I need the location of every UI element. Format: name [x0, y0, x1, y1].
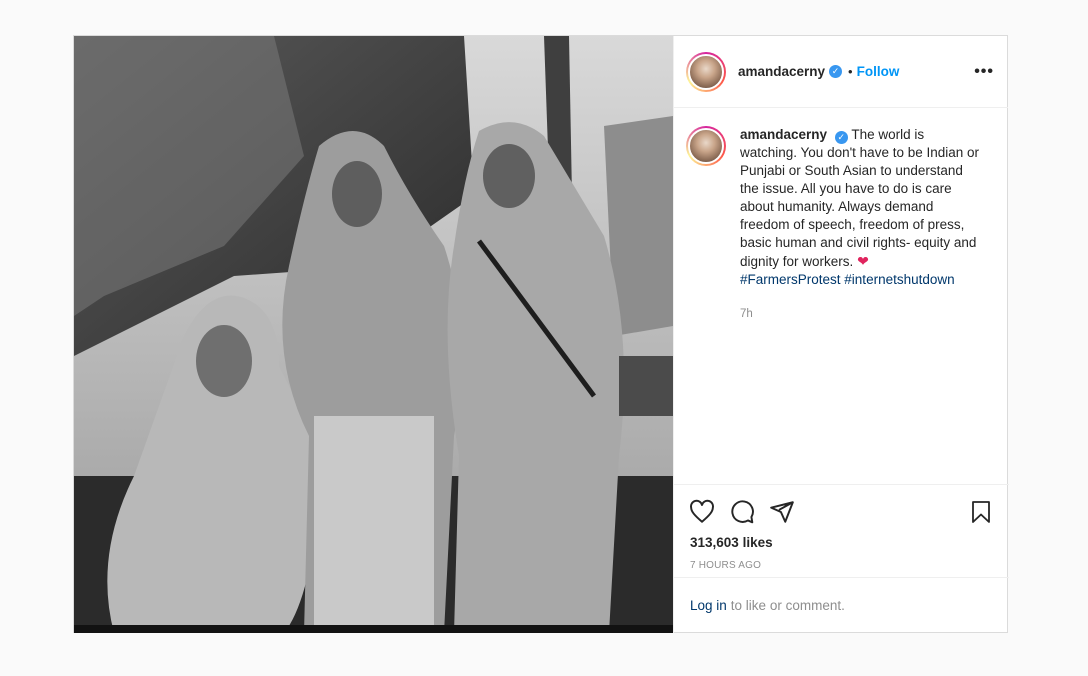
- caption: amandacerny ✓ The world is watching. You…: [686, 126, 996, 323]
- share-icon[interactable]: [768, 498, 796, 526]
- post-timestamp: 7 HOURS AGO: [690, 560, 762, 571]
- avatar-image: [688, 53, 724, 90]
- hashtag-farmersprotest[interactable]: #FarmersProtest: [740, 272, 841, 287]
- like-heart-icon[interactable]: [688, 498, 716, 526]
- post-image[interactable]: [74, 36, 673, 633]
- heart-emoji: ❤: [857, 253, 869, 269]
- post-sidebar: amandacerny ✓ • Follow ••• amandacerny ✓…: [673, 36, 1009, 633]
- caption-username[interactable]: amandacerny: [740, 127, 827, 142]
- media-bottom-bar: [74, 625, 673, 633]
- post-photo: [74, 36, 673, 633]
- login-text: to like or comment.: [730, 598, 845, 613]
- actions-panel: 313,603 likes 7 HOURS AGO Log in to like…: [674, 484, 1009, 633]
- caption-age: 7h: [740, 308, 753, 320]
- caption-avatar[interactable]: [686, 126, 726, 166]
- caption-text-block: amandacerny ✓ The world is watching. You…: [740, 126, 980, 289]
- caption-avatar-image: [688, 128, 724, 164]
- verified-badge-icon: ✓: [829, 65, 843, 78]
- likes-label: likes: [742, 535, 773, 550]
- login-link[interactable]: Log in: [690, 598, 727, 613]
- likes-number: 313,603: [690, 535, 739, 550]
- bookmark-icon[interactable]: [967, 498, 995, 526]
- separator-dot: •: [848, 64, 853, 79]
- action-icons: [674, 485, 1009, 529]
- follow-button[interactable]: Follow: [857, 64, 900, 79]
- caption-body: amandacerny ✓ The world is watching. You…: [740, 126, 980, 323]
- login-prompt: Log in to like or comment.: [674, 577, 1009, 633]
- caption-text: The world is watching. You don't have to…: [740, 127, 980, 269]
- header-username[interactable]: amandacerny: [738, 64, 825, 79]
- instagram-post: amandacerny ✓ • Follow ••• amandacerny ✓…: [73, 35, 1009, 633]
- hashtag-internetshutdown[interactable]: #internetshutdown: [844, 272, 954, 287]
- likes-count[interactable]: 313,603 likes: [674, 529, 1009, 550]
- post-header: amandacerny ✓ • Follow •••: [674, 36, 1008, 108]
- more-options-icon[interactable]: •••: [974, 63, 994, 81]
- caption-verified-badge-icon: ✓: [834, 131, 848, 144]
- comment-icon[interactable]: [728, 498, 756, 526]
- avatar[interactable]: [686, 51, 726, 92]
